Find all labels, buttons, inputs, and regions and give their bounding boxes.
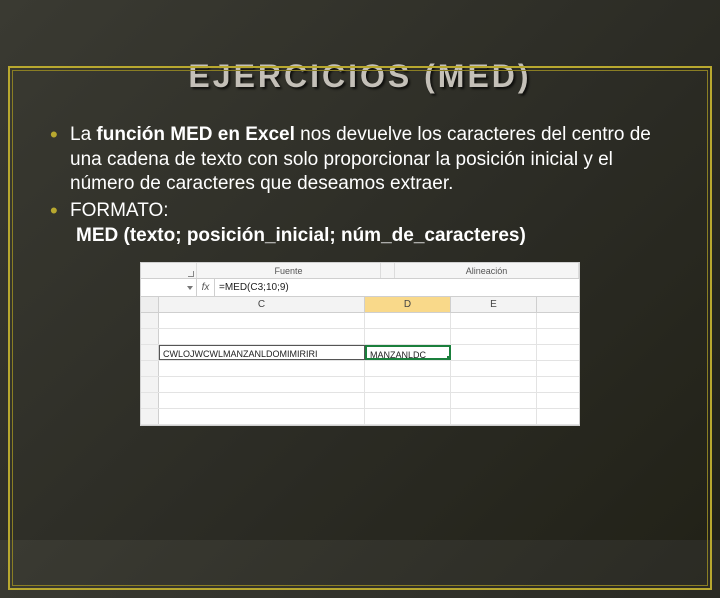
- expand-icon: [188, 271, 194, 277]
- name-box[interactable]: [141, 279, 197, 296]
- cell-c3[interactable]: CWLOJWCWLMANZANLDOMIMIRIRI: [159, 345, 365, 360]
- format-label: FORMATO:: [70, 200, 169, 221]
- bullet1-bold: función MED en Excel: [96, 124, 294, 145]
- format-definition: MED (texto; posición_inicial; núm_de_car…: [70, 224, 670, 249]
- cell-d3-active[interactable]: MANZANLDC: [365, 345, 451, 360]
- bullet-list: La función MED en Excel nos devuelve los…: [50, 123, 670, 248]
- bullet-description: La función MED en Excel nos devuelve los…: [50, 123, 670, 197]
- bullet1-prefix: La: [70, 124, 96, 145]
- ribbon-spacer: [141, 263, 197, 278]
- bullet-format: FORMATO: MED (texto; posición_inicial; n…: [50, 199, 670, 248]
